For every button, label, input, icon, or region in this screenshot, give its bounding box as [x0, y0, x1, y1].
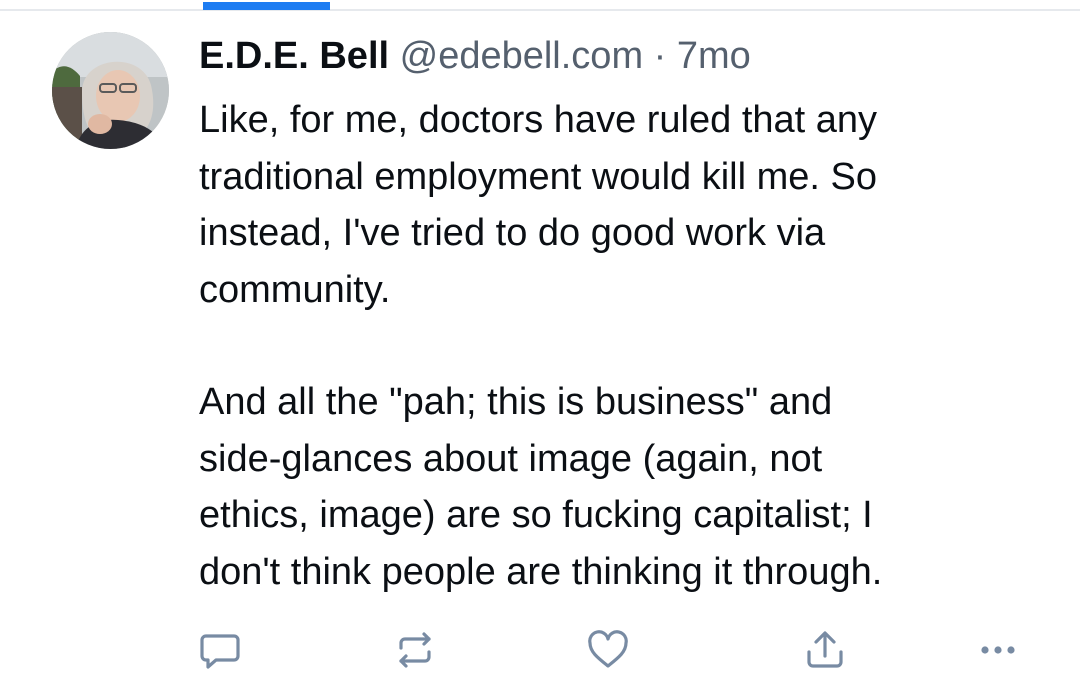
top-divider	[0, 9, 1080, 11]
post-timestamp[interactable]: 7mo	[677, 35, 751, 77]
post-header: E.D.E. Bell @edebell.com · 7mo	[199, 30, 751, 82]
heart-icon	[588, 630, 628, 668]
header-separator: ·	[653, 35, 667, 77]
share-upload-icon	[807, 631, 843, 668]
active-tab-indicator	[203, 2, 330, 10]
post-paragraph: Like, for me, doctors have ruled that an…	[199, 99, 878, 311]
avatar[interactable]	[52, 32, 169, 149]
like-button[interactable]	[580, 622, 636, 678]
post-paragraph: And all the "pah; this is business" and …	[199, 381, 883, 593]
author-handle[interactable]: @edebell.com	[400, 35, 643, 77]
post-action-bar	[0, 622, 1080, 678]
post-text: Like, for me, doctors have ruled that an…	[199, 92, 1059, 600]
repost-button[interactable]	[387, 622, 443, 678]
share-button[interactable]	[797, 622, 853, 678]
repost-arrows-icon	[399, 632, 431, 668]
profile-photo-icon	[52, 32, 169, 149]
author-display-name[interactable]: E.D.E. Bell	[199, 35, 389, 77]
more-options-button[interactable]	[970, 622, 1026, 678]
speech-bubble-icon	[200, 634, 240, 669]
ellipsis-icon	[981, 646, 1015, 654]
reply-button[interactable]	[192, 622, 248, 678]
